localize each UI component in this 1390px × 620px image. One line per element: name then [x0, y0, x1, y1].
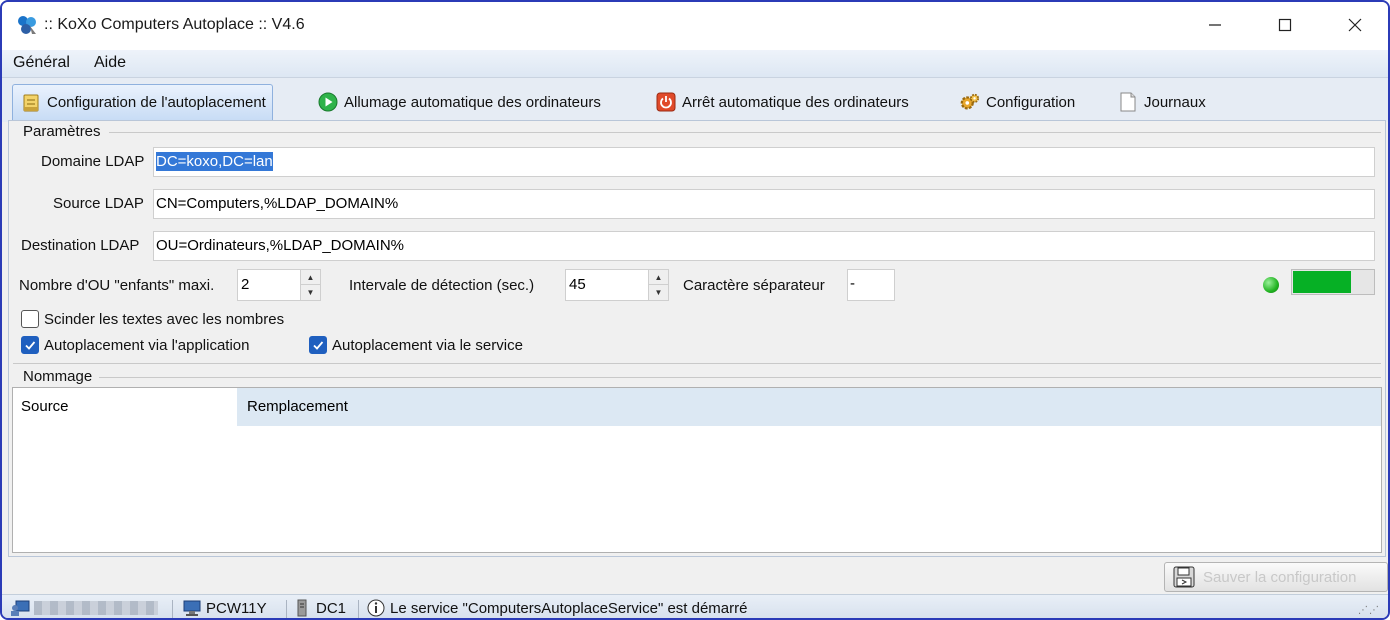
save-button[interactable]: Sauver la configuration	[1164, 562, 1388, 592]
domaine-ldap-label: Domaine LDAP	[41, 153, 145, 170]
group-divider	[109, 132, 1381, 133]
status-separator	[172, 600, 173, 618]
maximize-button[interactable]	[1252, 2, 1318, 48]
title-bar: :: KoXo Computers Autoplace :: V4.6	[2, 2, 1388, 50]
scinder-label[interactable]: Scinder les textes avec les nombres	[44, 311, 284, 328]
separateur-input[interactable]: -	[847, 269, 895, 301]
tab-label: Configuration	[986, 93, 1076, 111]
group-divider	[13, 363, 1381, 364]
scinder-checkbox[interactable]	[21, 310, 39, 328]
tab-allumage[interactable]: Allumage automatique des ordinateurs	[318, 86, 601, 118]
tab-label: Allumage automatique des ordinateurs	[344, 93, 601, 111]
arrow-down-icon[interactable]: ▼	[649, 285, 668, 300]
play-green-icon	[318, 92, 338, 112]
destination-ldap-input[interactable]: OU=Ordinateurs,%LDAP_DOMAIN%	[153, 231, 1375, 261]
status-server: DC1	[292, 599, 346, 617]
gears-icon	[960, 92, 980, 112]
nombre-ou-stepper[interactable]: 2 ▲ ▼	[237, 269, 321, 301]
arrow-down-icon[interactable]: ▼	[301, 285, 320, 300]
status-message: Le service "ComputersAutoplaceService" e…	[366, 599, 747, 617]
arrow-up-icon[interactable]: ▲	[649, 270, 668, 285]
tab-configuration-autoplacement[interactable]: Configuration de l'autoplacement	[12, 84, 273, 120]
nombre-ou-value: 2	[241, 276, 250, 293]
menu-bar: Général Aide	[2, 50, 1388, 78]
config-panel: Paramètres Domaine LDAP DC=koxo,DC=lan S…	[8, 120, 1386, 557]
user-computer-icon	[10, 599, 30, 617]
maximize-icon	[1278, 18, 1292, 32]
minimize-button[interactable]	[1182, 2, 1248, 48]
arrow-up-icon[interactable]: ▲	[301, 270, 320, 285]
domaine-ldap-value: DC=koxo,DC=lan	[156, 152, 273, 171]
status-computer-name: PCW11Y	[206, 599, 267, 617]
source-ldap-input[interactable]: CN=Computers,%LDAP_DOMAIN%	[153, 189, 1375, 219]
tab-label: Journaux	[1144, 93, 1206, 111]
minimize-icon	[1209, 24, 1221, 26]
status-led-icon	[1263, 277, 1279, 293]
parametres-group-title: Paramètres	[21, 123, 103, 140]
app-window: :: KoXo Computers Autoplace :: V4.6 Géné…	[0, 0, 1390, 620]
status-separator	[286, 600, 287, 618]
nombre-ou-label: Nombre d'OU "enfants" maxi.	[19, 277, 215, 294]
server-icon	[292, 599, 312, 617]
status-message-text: Le service "ComputersAutoplaceService" e…	[390, 599, 748, 617]
nommage-group-title: Nommage	[21, 368, 95, 385]
tab-label: Configuration de l'autoplacement	[47, 94, 266, 111]
nommage-table[interactable]: Source Remplacement	[12, 387, 1382, 553]
stepper-arrows[interactable]: ▲ ▼	[300, 270, 320, 300]
destination-ldap-label: Destination LDAP	[21, 237, 140, 254]
source-ldap-value: CN=Computers,%LDAP_DOMAIN%	[156, 195, 399, 212]
autoplace-app-checkbox[interactable]	[21, 336, 39, 354]
separateur-value: -	[850, 275, 855, 292]
computer-icon	[182, 599, 202, 617]
stepper-arrows[interactable]: ▲ ▼	[648, 270, 668, 300]
autoplace-service-checkbox[interactable]	[309, 336, 327, 354]
config-doc-icon	[21, 93, 41, 113]
close-icon	[1348, 18, 1362, 32]
progress-bar	[1291, 269, 1375, 295]
info-icon	[366, 599, 386, 617]
table-header: Source Remplacement	[13, 388, 1381, 426]
progress-fill	[1293, 271, 1351, 293]
redacted-username	[34, 601, 158, 615]
intervalle-stepper[interactable]: 45 ▲ ▼	[565, 269, 669, 301]
document-icon	[1118, 92, 1138, 112]
save-button-label: Sauver la configuration	[1203, 568, 1357, 586]
status-server-name: DC1	[316, 599, 347, 617]
status-user	[10, 599, 158, 617]
save-disk-icon	[1173, 566, 1195, 588]
domaine-ldap-input[interactable]: DC=koxo,DC=lan	[153, 147, 1375, 177]
power-red-icon	[656, 92, 676, 112]
tab-journaux[interactable]: Journaux	[1118, 86, 1206, 118]
column-header-source[interactable]: Source	[13, 388, 237, 426]
window-title: :: KoXo Computers Autoplace :: V4.6	[44, 16, 305, 33]
destination-ldap-value: OU=Ordinateurs,%LDAP_DOMAIN%	[156, 237, 404, 254]
autoplace-app-label[interactable]: Autoplacement via l'application	[44, 337, 250, 354]
group-divider	[99, 377, 1381, 378]
separateur-label: Caractère séparateur	[683, 277, 825, 294]
app-logo-icon	[18, 16, 36, 34]
status-separator	[358, 600, 359, 618]
tab-strip: Configuration de l'autoplacement Allumag…	[2, 78, 1388, 122]
menu-general[interactable]: Général	[13, 54, 70, 72]
tab-label: Arrêt automatique des ordinateurs	[682, 93, 909, 111]
intervalle-label: Intervale de détection (sec.)	[349, 277, 535, 294]
status-bar: PCW11Y DC1 Le service "ComputersAutoplac…	[2, 594, 1388, 618]
resize-grip-icon[interactable]: ⋰⋰	[1358, 605, 1380, 616]
status-computer: PCW11Y	[182, 599, 267, 617]
tab-configuration[interactable]: Configuration	[960, 86, 1075, 118]
menu-aide[interactable]: Aide	[94, 54, 126, 72]
column-header-remplacement[interactable]: Remplacement	[237, 388, 1381, 426]
autoplace-service-label[interactable]: Autoplacement via le service	[332, 337, 523, 354]
tab-arret[interactable]: Arrêt automatique des ordinateurs	[656, 86, 909, 118]
source-ldap-label: Source LDAP	[53, 195, 144, 212]
close-button[interactable]	[1322, 2, 1388, 48]
intervalle-value: 45	[569, 276, 586, 293]
